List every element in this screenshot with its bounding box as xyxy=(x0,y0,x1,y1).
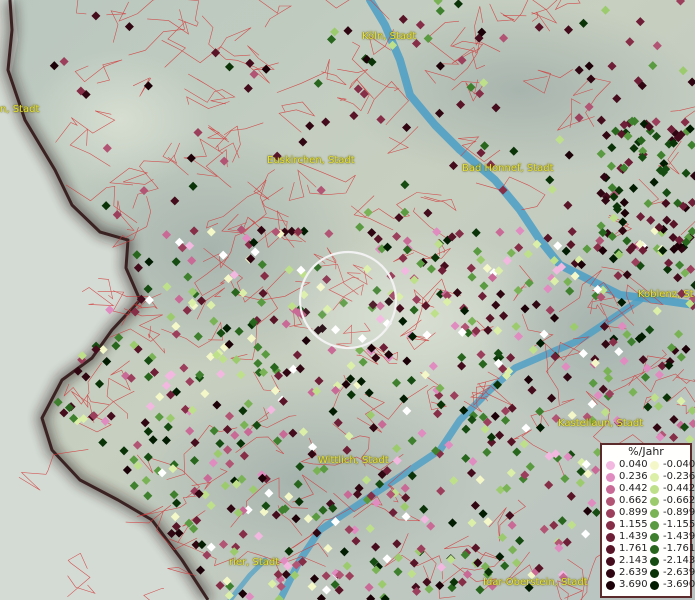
legend-entry-positive: 0.236 xyxy=(602,471,648,483)
legend-row: 2.143 -2.143 xyxy=(602,555,695,567)
legend-label: -1.439 xyxy=(663,531,695,542)
legend-swatch xyxy=(606,520,615,530)
city-label-wittlich: Wittlich, Stadt xyxy=(318,455,389,466)
legend-label: -1.155 xyxy=(663,519,695,530)
legend-swatch xyxy=(606,484,615,494)
legend-row: 0.442 -0.442 xyxy=(602,483,695,495)
city-label-koblenz: Koblenz, St xyxy=(638,289,694,300)
legend-label: 0.899 xyxy=(619,507,648,518)
legend-swatch xyxy=(650,568,659,578)
legend-label: 3.690 xyxy=(619,579,648,590)
legend-entry-negative: -2.639 xyxy=(646,567,695,579)
legend-label: -2.143 xyxy=(663,555,695,566)
legend-row: 0.236 -0.236 xyxy=(602,471,695,483)
legend-label: 1.439 xyxy=(619,531,648,542)
legend-row: 0.899 -0.899 xyxy=(602,507,695,519)
legend-label: -0.040 xyxy=(663,459,695,470)
legend-swatch xyxy=(650,496,659,506)
legend-entry-positive: 0.899 xyxy=(602,507,648,519)
legend-swatch xyxy=(606,496,615,506)
legend-entry-positive: 3.690 xyxy=(602,579,648,591)
legend-swatch xyxy=(650,484,659,494)
legend-swatch xyxy=(606,460,615,470)
legend-label: -1.761 xyxy=(663,543,695,554)
city-label-idar-oberstein: Idar-Oberstein, Stadt xyxy=(483,577,588,588)
legend-entry-positive: 2.639 xyxy=(602,567,648,579)
legend-entry-negative: -0.442 xyxy=(646,483,695,495)
legend-row: 2.639 -2.639 xyxy=(602,567,695,579)
legend-swatch xyxy=(606,544,615,554)
legend-swatch xyxy=(650,580,659,590)
legend-swatch xyxy=(650,472,659,482)
legend-entry-positive: 1.439 xyxy=(602,531,648,543)
legend-title: %/Jahr xyxy=(628,445,664,458)
legend-entry-negative: -0.236 xyxy=(646,471,695,483)
legend-row: 1.155 -1.155 xyxy=(602,519,695,531)
legend-entry-negative: -0.040 xyxy=(646,459,695,471)
city-label-trier: rier, Stadt xyxy=(229,557,280,568)
legend-label: -2.639 xyxy=(663,567,695,578)
legend-swatch xyxy=(606,508,615,518)
legend-entry-positive: 0.442 xyxy=(602,483,648,495)
legend-label: 2.639 xyxy=(619,567,648,578)
legend-label: 2.143 xyxy=(619,555,648,566)
legend-entry-positive: 1.155 xyxy=(602,519,648,531)
legend-label: -3.690 xyxy=(663,579,695,590)
legend-entry-positive: 1.761 xyxy=(602,543,648,555)
legend-entry-negative: -0.662 xyxy=(646,495,695,507)
legend-entry-negative: -1.155 xyxy=(646,519,695,531)
legend-label: -0.899 xyxy=(663,507,695,518)
selection-circle[interactable] xyxy=(298,250,398,350)
legend-entry-negative: -1.439 xyxy=(646,531,695,543)
city-label-koeln: Köln, Stadt xyxy=(362,31,417,42)
legend-entry-negative: -2.143 xyxy=(646,555,695,567)
legend-swatch xyxy=(650,460,659,470)
legend-row: 1.439 -1.439 xyxy=(602,531,695,543)
legend-row: 0.662 -0.662 xyxy=(602,495,695,507)
legend-label: 0.236 xyxy=(619,471,648,482)
legend-entry-negative: -3.690 xyxy=(646,579,695,591)
city-label-kastellaun: Kastellaun, Stadt xyxy=(558,418,644,429)
city-label-left-edge: n, Stadt xyxy=(0,104,40,115)
legend-label: -0.662 xyxy=(663,495,695,506)
legend-label: 1.761 xyxy=(619,543,648,554)
legend-rows: 0.040 -0.040 0.236 -0.236 0.442 -0.442 0.662 -0… xyxy=(602,459,695,591)
legend-entry-positive: 2.143 xyxy=(602,555,648,567)
legend-swatch xyxy=(650,556,659,566)
legend-row: 3.690 -3.690 xyxy=(602,579,695,591)
legend-label: -0.236 xyxy=(663,471,695,482)
legend-swatch xyxy=(650,508,659,518)
legend-swatch xyxy=(650,532,659,542)
map-legend: %/Jahr 0.040 -0.040 0.236 -0.236 0.442 -0.442… xyxy=(600,443,695,598)
legend-label: -0.442 xyxy=(663,483,695,494)
legend-swatch xyxy=(650,520,659,530)
city-label-bad-honnef: Bad Honnef, Stadt xyxy=(462,163,554,174)
legend-label: 0.040 xyxy=(619,459,648,470)
legend-swatch xyxy=(606,556,615,566)
legend-row: 0.040 -0.040 xyxy=(602,459,695,471)
legend-swatch xyxy=(650,544,659,554)
legend-label: 0.442 xyxy=(619,483,648,494)
legend-swatch xyxy=(606,532,615,542)
legend-swatch xyxy=(606,472,615,482)
legend-swatch xyxy=(606,568,615,578)
legend-row: 1.761 -1.761 xyxy=(602,543,695,555)
legend-label: 1.155 xyxy=(619,519,648,530)
legend-entry-negative: -1.761 xyxy=(646,543,695,555)
legend-entry-negative: -0.899 xyxy=(646,507,695,519)
city-label-euskirchen: Euskirchen, Stadt xyxy=(267,155,355,166)
legend-entry-positive: 0.040 xyxy=(602,459,648,471)
legend-swatch xyxy=(606,580,615,590)
legend-label: 0.662 xyxy=(619,495,648,506)
map-canvas[interactable] xyxy=(0,0,695,600)
legend-entry-positive: 0.662 xyxy=(602,495,648,507)
